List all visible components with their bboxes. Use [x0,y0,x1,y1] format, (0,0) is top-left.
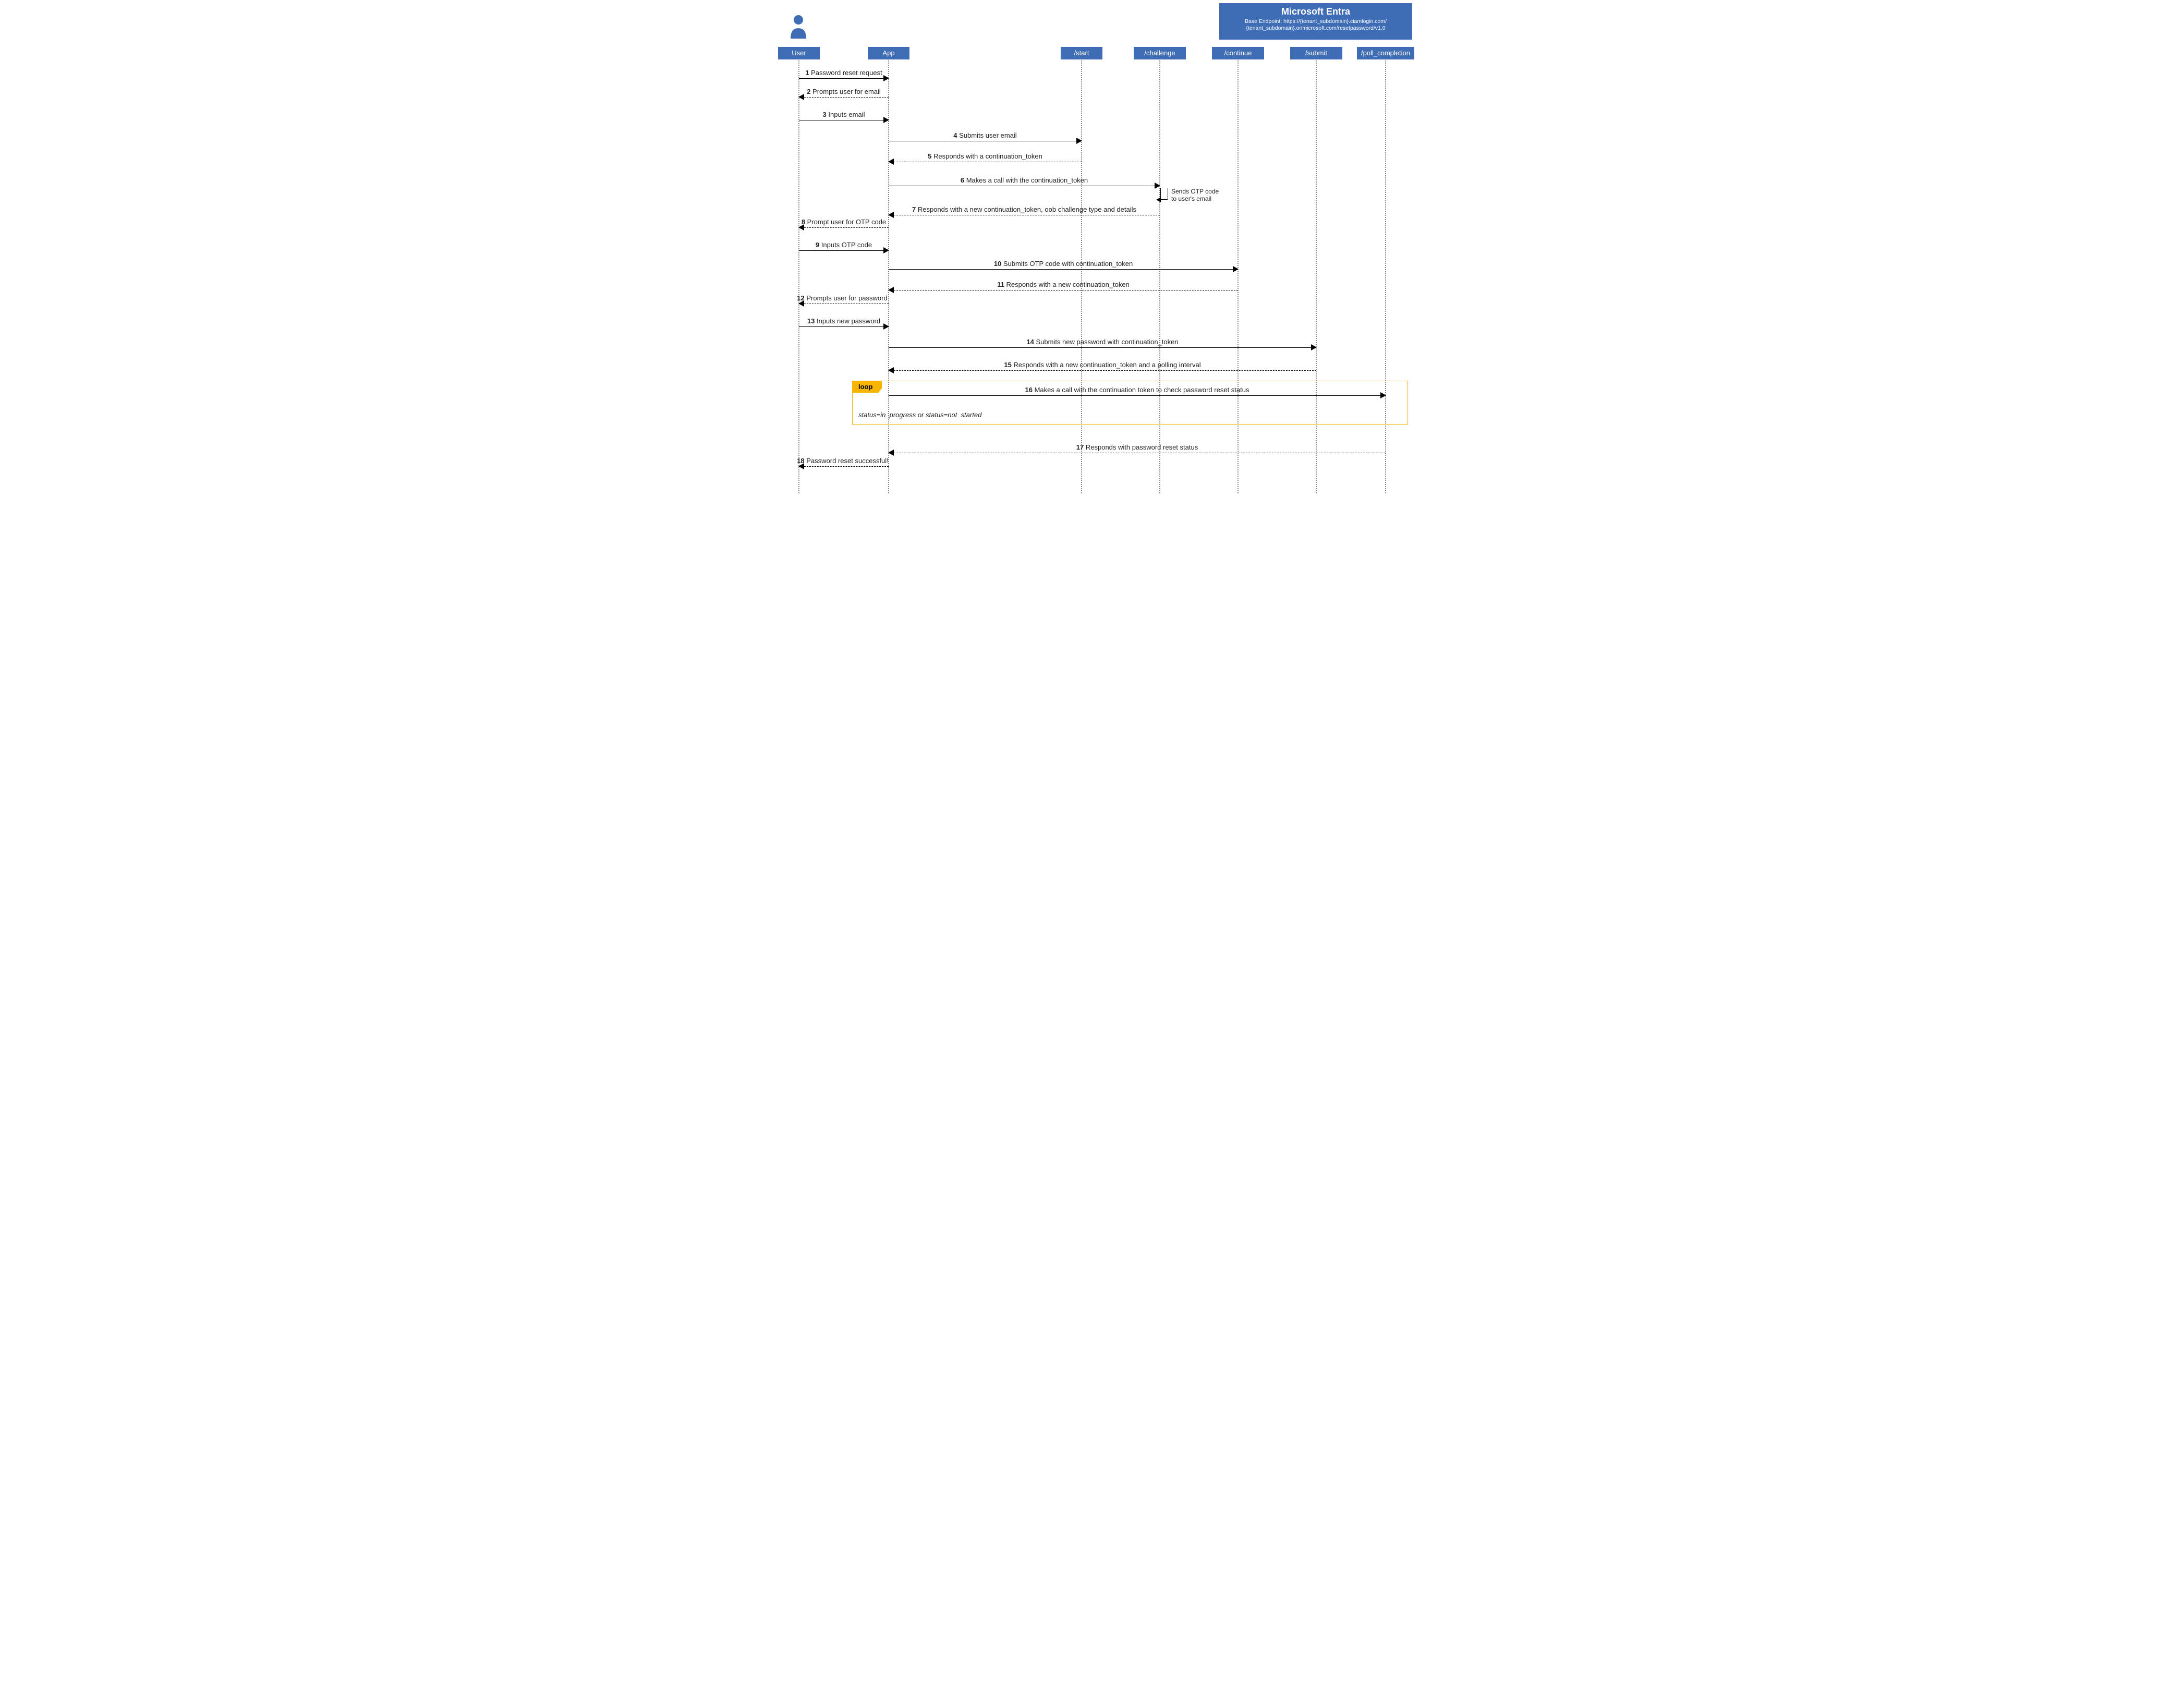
msg-10: 10 Submits OTP code with continuation_to… [889,260,1238,274]
loop-condition: status=in_progress or status=not_started [858,411,981,419]
participant-user: User [778,47,820,59]
msg-7: 7 Responds with a new continuation_token… [889,205,1160,220]
sequence-diagram: Microsoft Entra Base Endpoint: https://{… [769,0,1415,501]
participant-challenge: /challenge [1134,47,1186,59]
lifeline-user [798,60,799,493]
loop-tag: loop [852,381,882,393]
msg-16: 16 Makes a call with the continuation to… [889,386,1386,401]
lifeline-app [888,60,889,493]
participant-app: App [868,47,909,59]
msg-18: 18 Password reset successful! [799,457,889,471]
msg-5: 5 Responds with a continuation_token [889,152,1082,167]
participant-submit: /submit [1290,47,1342,59]
participant-continue: /continue [1212,47,1264,59]
msg-8: 8 Prompt user for OTP code [799,218,889,233]
banner-line1: Base Endpoint: https://{tenant_subdomain… [1245,18,1387,25]
lifeline-start [1081,60,1082,493]
msg-4: 4 Submits user email [889,131,1082,146]
lifeline-submit [1316,60,1317,493]
participant-start: /start [1061,47,1102,59]
msg-1: 1 Password reset request [799,69,889,83]
lifeline-continue [1237,60,1239,493]
user-actor-icon [791,15,806,39]
msg-11: 11 Responds with a new continuation_toke… [889,281,1238,295]
self-note-otp: Sends OTP codeto user's email [1171,188,1219,203]
lifeline-poll [1385,60,1386,493]
msg-6: 6 Makes a call with the continuation_tok… [889,176,1160,191]
participant-poll: /poll_completion [1357,47,1414,59]
msg-2: 2 Prompts user for email [799,88,889,102]
msg-3: 3 Inputs email [799,111,889,125]
msg-15: 15 Responds with a new continuation_toke… [889,361,1316,375]
banner-line2: {tenant_subdomain}.onmicrosoft.com/reset… [1246,25,1385,31]
msg-14: 14 Submits new password with continuatio… [889,338,1316,353]
msg-13: 13 Inputs new password [799,317,889,332]
msg-12: 12 Prompts user for password [799,294,889,309]
lifeline-challenge [1159,60,1160,493]
msg-17: 17 Responds with password reset status [889,443,1386,458]
msg-9: 9 Inputs OTP code [799,241,889,256]
banner-title: Microsoft Entra [1221,6,1410,17]
banner-subtitle: Base Endpoint: https://{tenant_subdomain… [1221,18,1410,32]
banner-microsoft-entra: Microsoft Entra Base Endpoint: https://{… [1219,3,1412,40]
